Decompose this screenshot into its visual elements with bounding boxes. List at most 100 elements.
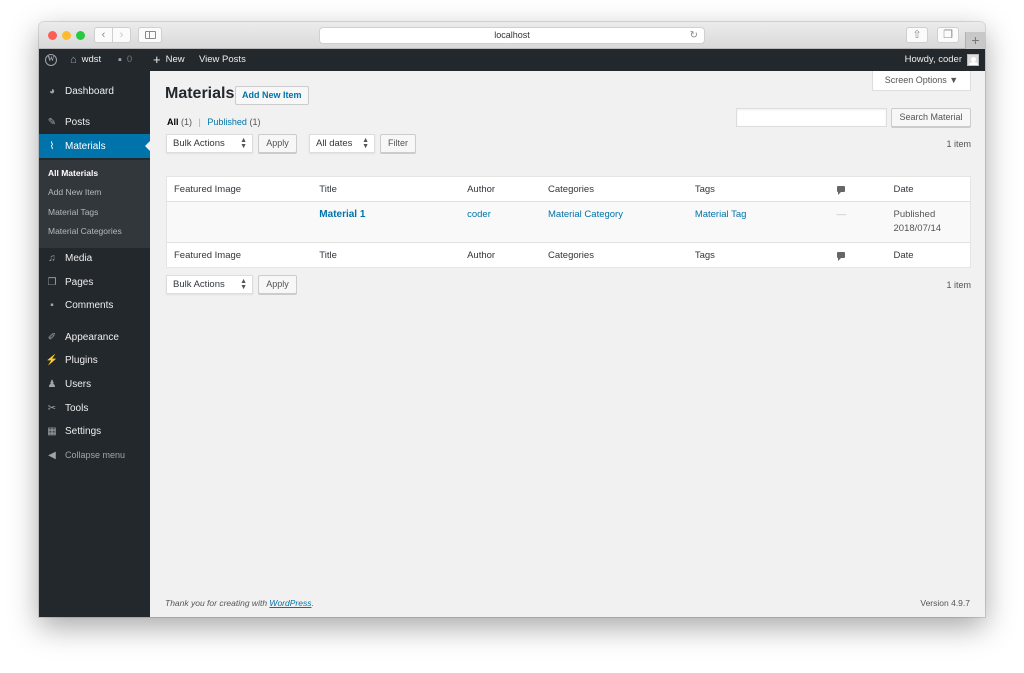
- sidebar-icon: [144, 31, 156, 39]
- add-new-item-button[interactable]: Add New Item: [235, 86, 309, 105]
- comments-link[interactable]: ▪ 0: [118, 49, 132, 71]
- author-link[interactable]: coder: [467, 209, 491, 220]
- menu-item-dashboard[interactable]: ◕ Dashboard: [39, 79, 150, 103]
- materials-table: Featured Image Title Author Categories T…: [166, 176, 971, 268]
- item-count-top: 1 item: [946, 139, 971, 149]
- home-icon: ⌂: [70, 54, 77, 66]
- my-account-menu[interactable]: Howdy, coder: [905, 49, 979, 71]
- comment-icon: [836, 251, 845, 261]
- menu-item-media[interactable]: ♫ Media: [39, 246, 150, 270]
- tag-link[interactable]: Material Tag: [695, 209, 747, 220]
- screen-options-button[interactable]: Screen Options ▼: [872, 71, 971, 91]
- menu-item-label: Plugins: [65, 354, 98, 366]
- reload-icon[interactable]: ↻: [690, 28, 698, 43]
- view-published-link[interactable]: Published: [207, 117, 247, 127]
- tabs-icon: ❐: [943, 29, 953, 41]
- view-posts-link[interactable]: View Posts: [199, 49, 246, 71]
- show-tabs-button[interactable]: ❐: [937, 27, 959, 43]
- new-tab-button[interactable]: +: [965, 32, 985, 49]
- browser-window: ‹ › localhost ↻ ⇧ ❐ + W ⌂ wdst ▪ 0 + New…: [39, 22, 985, 617]
- admin-menu: ◕ Dashboard ✎ Posts ⌇ Materials All Mate…: [39, 71, 150, 617]
- menu-item-label: Comments: [65, 299, 114, 311]
- bulk-actions-select-top[interactable]: Bulk Actions ▲ ▼: [166, 134, 253, 153]
- column-featured-image: Featured Image: [174, 183, 242, 195]
- close-window-button[interactable]: [48, 31, 57, 40]
- plug-icon: ⚡: [45, 354, 59, 366]
- menu-item-label: Pages: [65, 276, 94, 288]
- select-arrows-icon: ▲ ▼: [240, 137, 247, 150]
- submenu-add-new-item[interactable]: Add New Item: [48, 187, 101, 197]
- chevron-right-icon: ›: [119, 29, 124, 41]
- collapse-arrow-icon: ◀: [48, 449, 56, 461]
- column-date-sort[interactable]: Date: [887, 177, 971, 202]
- submenu-material-categories[interactable]: Material Categories: [48, 226, 122, 236]
- date-status: Published: [893, 209, 936, 220]
- column-tags: Tags: [694, 249, 715, 261]
- maximize-window-button[interactable]: [76, 31, 85, 40]
- search-material-button[interactable]: Search Material: [891, 108, 971, 127]
- select-arrows-icon: ▲ ▼: [362, 137, 369, 150]
- footer-thanks-suffix: .: [311, 598, 314, 608]
- column-tags: Tags: [694, 183, 715, 195]
- menu-item-label: Users: [65, 378, 92, 390]
- submenu-all-materials[interactable]: All Materials: [48, 168, 98, 178]
- column-categories: Categories: [548, 183, 594, 195]
- comment-icon: [836, 185, 845, 195]
- wp-logo-menu[interactable]: W: [45, 49, 57, 71]
- menu-item-label: Appearance: [65, 331, 119, 343]
- pin-icon: ✎: [47, 116, 57, 128]
- back-button[interactable]: ‹: [94, 27, 113, 43]
- address-text: localhost: [494, 30, 530, 40]
- view-posts-label: View Posts: [199, 54, 246, 65]
- column-author: Author: [467, 249, 496, 261]
- submenu-material-tags[interactable]: Material Tags: [48, 207, 98, 217]
- paperclip-icon: ⌇: [49, 140, 55, 152]
- share-icon: ⇧: [912, 29, 922, 41]
- column-title-sort[interactable]: Title: [312, 243, 460, 268]
- wrench-icon: ✂: [47, 402, 57, 414]
- menu-item-posts[interactable]: ✎ Posts: [39, 110, 150, 134]
- plus-icon: +: [153, 52, 161, 67]
- menu-item-pages[interactable]: ❐ Pages: [39, 270, 150, 294]
- view-all-count: (1): [181, 117, 193, 127]
- menu-item-plugins[interactable]: ⚡ Plugins: [39, 348, 150, 372]
- site-name-link[interactable]: ⌂ wdst: [70, 49, 101, 71]
- apply-button-bottom[interactable]: Apply: [258, 275, 297, 294]
- category-link[interactable]: Material Category: [548, 209, 623, 220]
- dashboard-icon: ◕: [48, 85, 56, 97]
- page-title: Materials: [165, 85, 235, 102]
- address-bar[interactable]: localhost ↻: [319, 27, 705, 44]
- share-button[interactable]: ⇧: [906, 27, 928, 43]
- forward-button[interactable]: ›: [112, 27, 131, 43]
- column-date-sort[interactable]: Date: [887, 243, 971, 268]
- column-title-sort[interactable]: Title: [312, 177, 460, 202]
- menu-item-tools[interactable]: ✂ Tools: [39, 396, 150, 420]
- bulk-actions-select-bottom[interactable]: Bulk Actions ▲ ▼: [166, 275, 253, 294]
- minimize-window-button[interactable]: [62, 31, 71, 40]
- avatar: [967, 54, 979, 66]
- menu-item-materials[interactable]: ⌇ Materials: [39, 134, 150, 158]
- paintbrush-icon: ✐: [47, 331, 57, 343]
- wordpress-link[interactable]: WordPress: [269, 598, 311, 608]
- comments-count-cell: —: [836, 209, 847, 220]
- row-title-link[interactable]: Material 1: [319, 209, 365, 220]
- menu-item-comments[interactable]: ▪ Comments: [39, 293, 150, 317]
- menu-item-users[interactable]: ♟ Users: [39, 372, 150, 396]
- column-comments: [830, 243, 887, 268]
- chevron-left-icon: ‹: [101, 29, 106, 41]
- new-content-link[interactable]: + New: [153, 49, 185, 71]
- menu-item-appearance[interactable]: ✐ Appearance: [39, 325, 150, 349]
- media-icon: ♫: [48, 252, 56, 264]
- menu-item-label: Tools: [65, 402, 89, 414]
- view-all-link[interactable]: All: [167, 117, 179, 127]
- table-footer-row: Featured Image Title Author Categories T…: [166, 242, 971, 268]
- dates-filter-select[interactable]: All dates ▲ ▼: [309, 134, 375, 153]
- menu-item-settings[interactable]: ▦ Settings: [39, 419, 150, 443]
- bulk-actions-value: Bulk Actions: [173, 279, 225, 290]
- filter-button[interactable]: Filter: [380, 134, 416, 153]
- collapse-menu-button[interactable]: ◀ Collapse menu: [39, 443, 150, 467]
- apply-button-top[interactable]: Apply: [258, 134, 297, 153]
- search-input[interactable]: [736, 108, 887, 127]
- status-filter-views: All (1) | Published (1): [167, 117, 260, 127]
- sidebar-toggle-button[interactable]: [138, 27, 162, 43]
